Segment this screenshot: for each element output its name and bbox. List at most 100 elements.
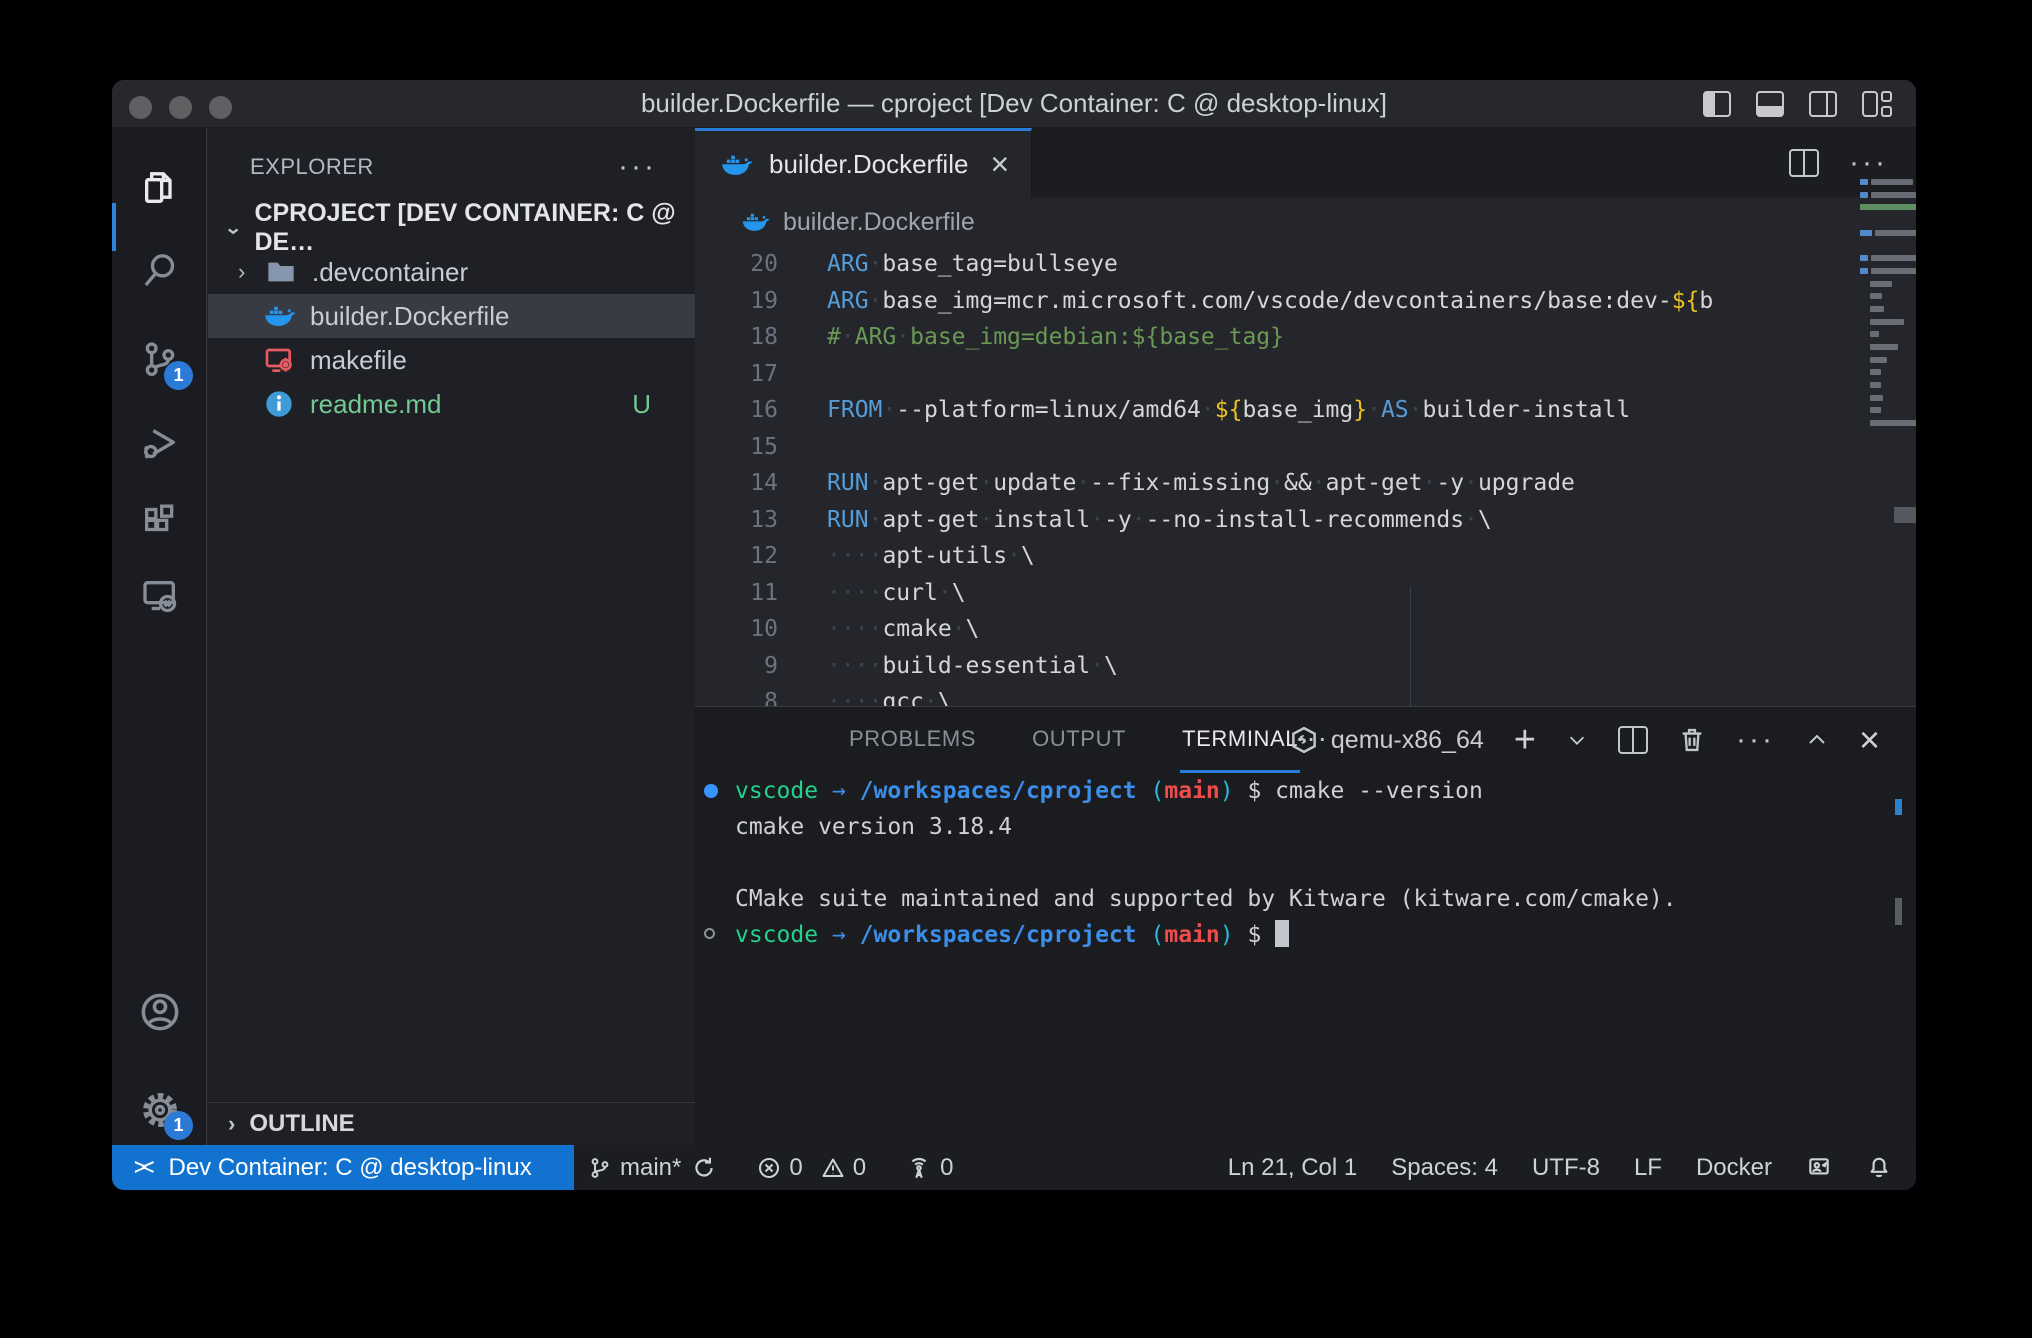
file-tree-item-builder.Dockerfile[interactable]: builder.Dockerfile bbox=[208, 294, 695, 338]
code-line[interactable]: 14RUN·apt-get·update·--fix-missing·&&·ap… bbox=[695, 465, 1916, 502]
customize-layout-icon[interactable] bbox=[1862, 91, 1892, 117]
file-label: .devcontainer bbox=[312, 257, 468, 288]
code-line[interactable]: 16FROM·--platform=linux/amd64·${base_img… bbox=[695, 392, 1916, 429]
breadcrumb[interactable]: builder.Dockerfile bbox=[695, 198, 1916, 246]
line-number: 18 bbox=[695, 319, 778, 356]
editor-tab-bar: builder.Dockerfile × ··· bbox=[695, 128, 1916, 198]
editor-more-actions-icon[interactable]: ··· bbox=[1849, 146, 1888, 180]
line-number: 20 bbox=[695, 246, 778, 283]
status-item-lf[interactable]: LF bbox=[1634, 1154, 1662, 1182]
bottom-panel: PROBLEMS OUTPUT TERMINAL ··· qemu-x86_64 +… bbox=[695, 706, 1916, 1145]
split-terminal-icon[interactable] bbox=[1618, 726, 1648, 754]
close-tab-icon[interactable]: × bbox=[990, 146, 1009, 183]
code-line[interactable]: 17 bbox=[695, 356, 1916, 393]
toggle-panel-icon[interactable] bbox=[1756, 91, 1784, 117]
source-control-icon[interactable]: 1 bbox=[112, 322, 207, 398]
problems-status[interactable]: 0 0 bbox=[757, 1154, 866, 1182]
status-item-spaces-4[interactable]: Spaces: 4 bbox=[1391, 1154, 1498, 1182]
explorer-icon[interactable] bbox=[112, 150, 207, 226]
code-lines[interactable]: 20ARG·base_tag=bullseye19ARG·base_img=mc… bbox=[695, 246, 1916, 706]
remote-explorer-icon[interactable] bbox=[112, 558, 207, 634]
minimap-line bbox=[1860, 379, 1916, 392]
chevron-right-icon: › bbox=[238, 259, 264, 285]
command-decoration-icon[interactable] bbox=[704, 784, 718, 798]
new-terminal-icon[interactable]: + bbox=[1514, 721, 1536, 759]
minimap-line bbox=[1860, 303, 1916, 316]
source-control-badge: 1 bbox=[164, 361, 193, 390]
code-line[interactable]: 11····curl·\ bbox=[695, 575, 1916, 612]
sync-changes-button[interactable] bbox=[691, 1155, 717, 1181]
titlebar: builder.Dockerfile — cproject [Dev Conta… bbox=[112, 80, 1916, 128]
terminal-line: vscode → /workspaces/cproject (main) $ bbox=[695, 917, 1916, 953]
ports-status[interactable]: 0 bbox=[906, 1154, 953, 1182]
run-debug-icon[interactable] bbox=[112, 406, 207, 482]
code-line[interactable]: 12····apt-utils·\ bbox=[695, 538, 1916, 575]
status-item-docker[interactable]: Docker bbox=[1696, 1154, 1772, 1182]
terminal-content[interactable]: vscode → /workspaces/cproject (main) $ c… bbox=[695, 773, 1916, 1145]
panel-tab-terminal[interactable]: TERMINAL bbox=[1180, 707, 1300, 773]
file-tree-item-.devcontainer[interactable]: › .devcontainer bbox=[208, 250, 695, 294]
editor-area: builder.Dockerfile × ··· builder.Dockerf… bbox=[695, 128, 1916, 1145]
settings-gear-icon[interactable]: 1 bbox=[112, 1072, 207, 1148]
terminal-dropdown-chevron-icon[interactable] bbox=[1566, 729, 1588, 751]
status-bar: >< Dev Container: C @ desktop-linux main… bbox=[112, 1145, 1916, 1190]
status-item-utf-8[interactable]: UTF-8 bbox=[1532, 1154, 1600, 1182]
line-number: 15 bbox=[695, 429, 778, 466]
tab-builder-dockerfile[interactable]: builder.Dockerfile × bbox=[695, 128, 1032, 198]
remote-indicator[interactable]: >< Dev Container: C @ desktop-linux bbox=[112, 1145, 574, 1190]
accounts-icon[interactable] bbox=[112, 974, 207, 1050]
sidebar-title: EXPLORER bbox=[250, 154, 374, 180]
code-line[interactable]: 15 bbox=[695, 429, 1916, 466]
file-tree-item-readme.md[interactable]: readme.mdU bbox=[208, 382, 695, 426]
feedback-icon[interactable] bbox=[1806, 1155, 1832, 1181]
code-line[interactable]: 19ARG·base_img=mcr.microsoft.com/vscode/… bbox=[695, 283, 1916, 320]
code-line[interactable]: 18#·ARG·base_img=debian:${base_tag} bbox=[695, 319, 1916, 356]
extensions-icon[interactable] bbox=[112, 484, 207, 560]
terminal-line: vscode → /workspaces/cproject (main) $ c… bbox=[695, 773, 1916, 809]
minimap-line bbox=[1860, 214, 1916, 227]
git-status-badge: U bbox=[632, 389, 651, 420]
command-decoration-icon[interactable] bbox=[704, 928, 715, 939]
git-branch-status[interactable]: main* bbox=[588, 1154, 681, 1182]
terminal-line bbox=[695, 845, 1916, 881]
code-line[interactable]: 20ARG·base_tag=bullseye bbox=[695, 246, 1916, 283]
panel-tab-output[interactable]: OUTPUT bbox=[1030, 707, 1128, 773]
docker-icon bbox=[719, 148, 753, 182]
remote-label: Dev Container: C @ desktop-linux bbox=[169, 1154, 532, 1182]
minimap-line bbox=[1860, 417, 1916, 430]
minimap-line bbox=[1860, 328, 1916, 341]
remote-icon: >< bbox=[134, 1154, 149, 1182]
toggle-secondary-sidebar-icon[interactable] bbox=[1809, 91, 1837, 117]
outline-section-header[interactable]: › OUTLINE bbox=[208, 1102, 695, 1145]
kill-terminal-trash-icon[interactable] bbox=[1678, 726, 1706, 754]
toggle-primary-sidebar-icon[interactable] bbox=[1703, 91, 1731, 117]
line-number: 8 bbox=[695, 684, 778, 706]
status-item-ln-21-col-1[interactable]: Ln 21, Col 1 bbox=[1228, 1154, 1357, 1182]
window-title: builder.Dockerfile — cproject [Dev Conta… bbox=[112, 88, 1916, 119]
terminal-more-actions-icon[interactable]: ··· bbox=[1736, 723, 1775, 757]
split-editor-icon[interactable] bbox=[1789, 149, 1819, 177]
code-line[interactable]: 9····build-essential·\ bbox=[695, 648, 1916, 685]
code-line[interactable]: 8····gcc·\ bbox=[695, 684, 1916, 706]
activity-bar: 1 1 bbox=[112, 128, 207, 1145]
terminal-profile[interactable]: qemu-x86_64 bbox=[1289, 725, 1484, 755]
workspace-section-header[interactable]: ⌄ CPROJECT [DEV CONTAINER: C @ DE… bbox=[208, 206, 695, 250]
minimap-line bbox=[1860, 290, 1916, 303]
branch-label: main* bbox=[620, 1154, 681, 1182]
minimap[interactable] bbox=[1860, 176, 1916, 430]
line-number: 11 bbox=[695, 575, 778, 612]
close-panel-icon[interactable]: × bbox=[1859, 722, 1880, 758]
maximize-panel-chevron-icon[interactable] bbox=[1805, 728, 1829, 752]
tab-label: builder.Dockerfile bbox=[769, 149, 968, 180]
code-line[interactable]: 10····cmake·\ bbox=[695, 611, 1916, 648]
panel-tab-problems[interactable]: PROBLEMS bbox=[847, 707, 978, 773]
code-line[interactable]: 13RUN·apt-get·install·-y·--no-install-re… bbox=[695, 502, 1916, 539]
editor-scrollbar-thumb[interactable] bbox=[1894, 507, 1916, 523]
search-icon[interactable] bbox=[112, 232, 207, 308]
notifications-bell-icon[interactable] bbox=[1866, 1155, 1892, 1181]
file-tree-item-makefile[interactable]: makefile bbox=[208, 338, 695, 382]
breadcrumb-label: builder.Dockerfile bbox=[783, 208, 975, 237]
minimap-line bbox=[1860, 239, 1916, 252]
minimap-line bbox=[1860, 392, 1916, 405]
explorer-more-actions-icon[interactable]: ··· bbox=[618, 150, 657, 184]
